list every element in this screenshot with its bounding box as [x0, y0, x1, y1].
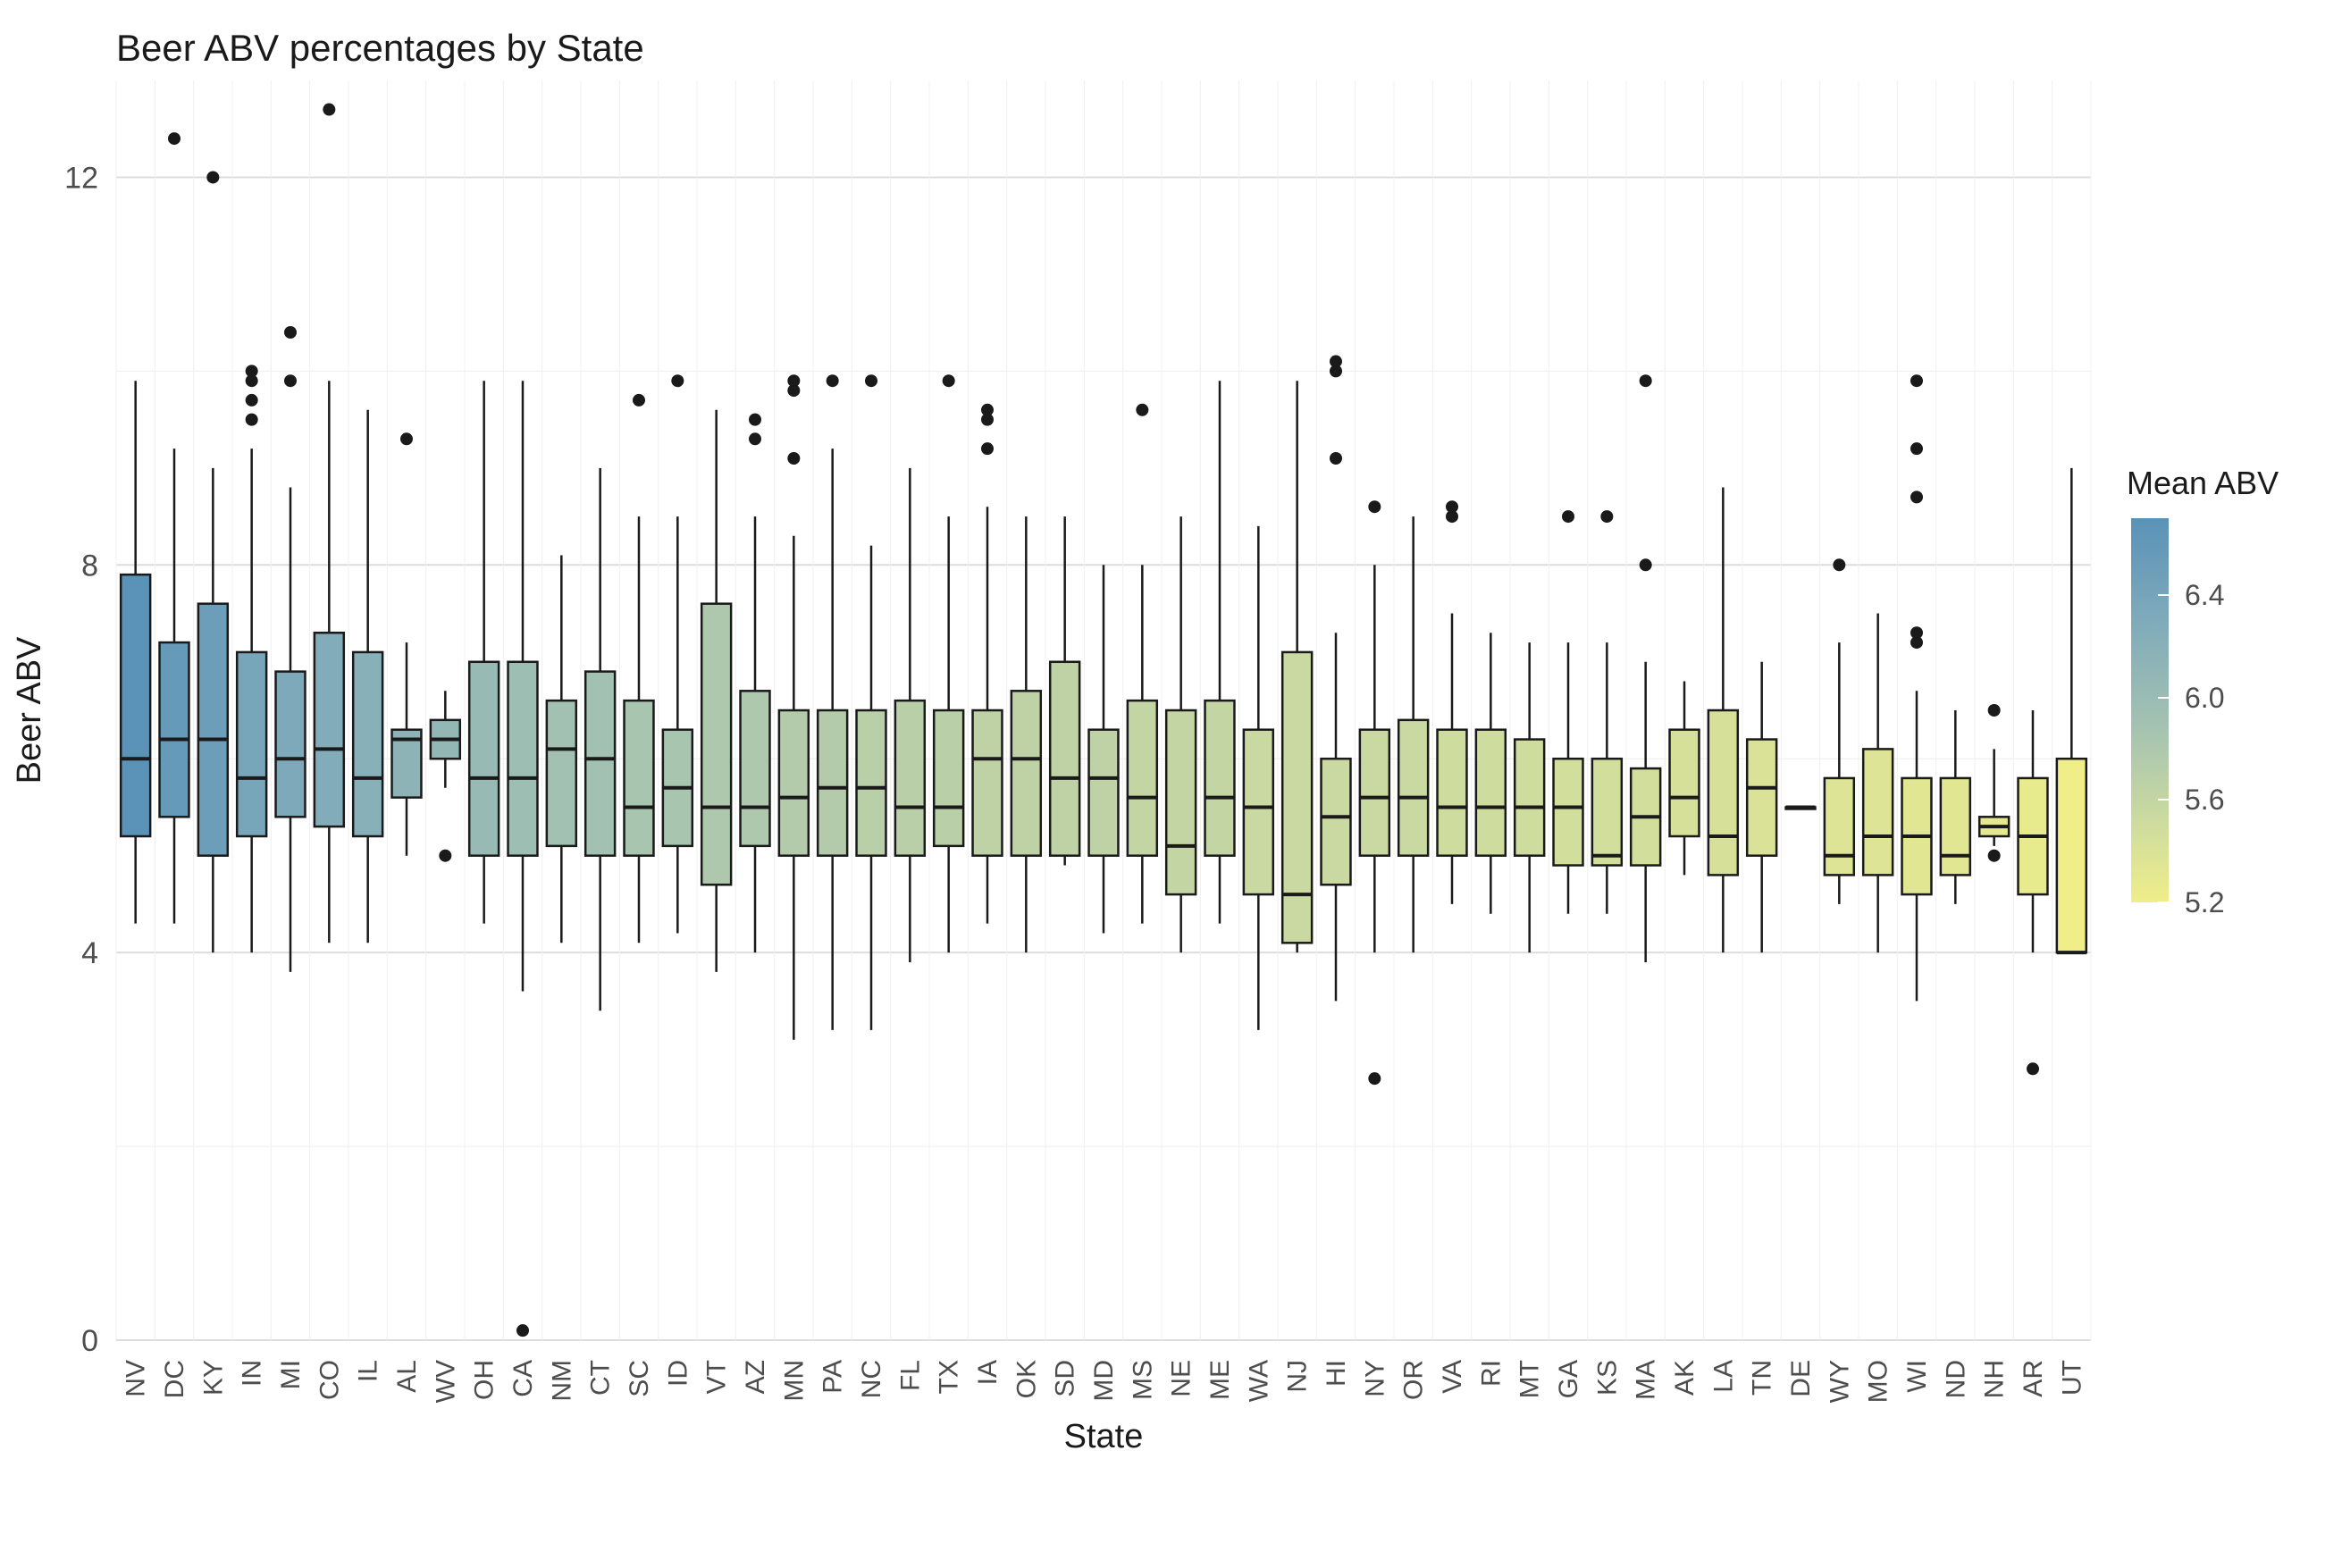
x-tick-WA: WA [1244, 1360, 1273, 1402]
x-tick-ID: ID [663, 1360, 693, 1387]
legend-tick: 6.0 [2185, 682, 2224, 715]
x-tick-WY: WY [1825, 1360, 1854, 1403]
x-tick-OK: OK [1012, 1360, 1041, 1398]
x-tick-KY: KY [198, 1360, 228, 1396]
y-tick: 8 [81, 549, 98, 583]
legend-tick: 6.4 [2185, 579, 2224, 612]
x-tick-CO: CO [315, 1360, 344, 1400]
x-tick-DC: DC [160, 1360, 189, 1398]
y-tick: 12 [64, 161, 98, 195]
x-tick-VA: VA [1438, 1360, 1467, 1394]
chart-title: Beer ABV percentages by State [116, 27, 644, 70]
x-tick-DE: DE [1786, 1360, 1816, 1397]
y-tick: 4 [81, 936, 98, 970]
x-tick-IL: IL [354, 1360, 383, 1382]
x-tick-VT: VT [702, 1360, 732, 1394]
x-tick-FL: FL [895, 1360, 925, 1391]
x-tick-MN: MN [779, 1360, 809, 1402]
x-tick-RI: RI [1476, 1360, 1506, 1387]
x-tick-IA: IA [973, 1360, 1003, 1385]
x-tick-MD: MD [1089, 1360, 1119, 1402]
legend-title: Mean ABV [2127, 465, 2279, 502]
x-tick-MO: MO [1864, 1360, 1893, 1403]
x-tick-IN: IN [238, 1360, 267, 1387]
x-tick-WI: WI [1902, 1360, 1932, 1393]
x-tick-AR: AR [2019, 1360, 2048, 1397]
x-tick-MT: MT [1515, 1360, 1545, 1398]
chart-svg: 0 4 8 12 NVDCKY IN MI CO IL AL WVOHCANM CTSC ID VT AZ M… [0, 0, 2342, 1564]
x-tick-SD: SD [1051, 1360, 1080, 1397]
x-tick-AK: AK [1670, 1360, 1700, 1396]
x-tick-NM: NM [547, 1360, 576, 1402]
x-tick-OR: OR [1399, 1360, 1429, 1400]
x-tick-TX: TX [935, 1360, 964, 1394]
legend-tick: 5.2 [2185, 886, 2224, 919]
x-tick-MS: MS [1128, 1360, 1157, 1400]
x-tick-CT: CT [586, 1360, 616, 1396]
boxplot-DE [1786, 807, 1816, 809]
y-tick: 0 [81, 1324, 98, 1358]
x-tick-LA: LA [1708, 1360, 1738, 1393]
x-tick-HI: HI [1322, 1360, 1351, 1387]
x-tick-CA: CA [508, 1360, 538, 1397]
x-tick-UT: UT [2057, 1360, 2086, 1396]
x-tick-NE: NE [1167, 1360, 1196, 1397]
x-tick-ME: ME [1205, 1360, 1235, 1400]
x-tick-NV: NV [122, 1360, 151, 1397]
chart-root: Beer ABV percentages by State 04812NVDCK… [0, 0, 2342, 1564]
x-tick-NC: NC [857, 1360, 886, 1398]
x-tick-WV: WV [431, 1360, 460, 1403]
legend-tick: 5.6 [2185, 784, 2224, 817]
x-tick-NY: NY [1360, 1360, 1389, 1397]
x-tick-NJ: NJ [1283, 1360, 1313, 1393]
x-tick-OH: OH [470, 1360, 499, 1400]
legend-colorbar [2131, 518, 2169, 902]
x-tick-MI: MI [276, 1360, 306, 1389]
y-axis-label: Beer ABV [11, 636, 48, 784]
x-tick-PA: PA [818, 1360, 848, 1394]
x-tick-MA: MA [1632, 1360, 1661, 1400]
x-tick-AL: AL [392, 1360, 422, 1393]
x-tick-SC: SC [625, 1360, 654, 1397]
x-tick-KS: KS [1592, 1360, 1622, 1396]
x-tick-GA: GA [1554, 1360, 1583, 1398]
x-tick-NH: NH [1980, 1360, 2010, 1398]
x-tick-TN: TN [1748, 1360, 1777, 1396]
x-tick-ND: ND [1941, 1360, 1970, 1398]
x-axis-label: State [1064, 1418, 1144, 1455]
x-tick-AZ: AZ [741, 1360, 770, 1394]
